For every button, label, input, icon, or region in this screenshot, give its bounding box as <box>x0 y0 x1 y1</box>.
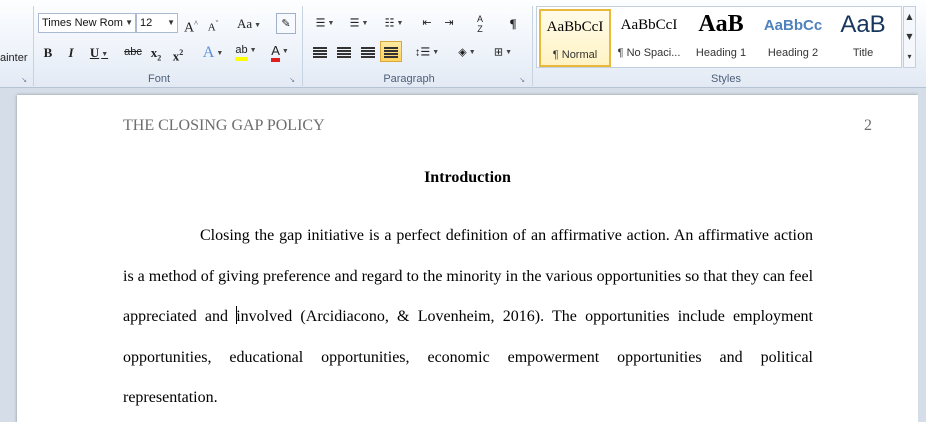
shading-button[interactable]: ◈ ▼ <box>452 42 482 63</box>
borders-icon: ⊞ <box>493 46 504 59</box>
chevron-down-icon[interactable]: ▼ <box>125 14 133 32</box>
font-size-value: 12 <box>140 17 153 29</box>
line-spacing-button[interactable]: ↕☰ ▼ <box>412 42 442 63</box>
change-case-button[interactable]: Aa ▼ <box>234 13 264 34</box>
multilevel-list-icon: ☷ <box>384 17 395 30</box>
highlight-button[interactable]: ab ▼ <box>232 40 260 62</box>
style-name: Heading 2 <box>767 47 819 59</box>
vertical-scrollbar[interactable] <box>918 88 926 422</box>
grow-font-button[interactable]: A^ <box>182 13 200 36</box>
bullets-icon: ☰ <box>315 17 326 30</box>
styles-group-label: Styles <box>711 73 741 85</box>
styles-gallery: AaBbCcI ¶ Normal AaBbCcI ¶ No Spaci... A… <box>536 6 902 68</box>
bullets-button[interactable]: ☰ ▼ <box>310 13 340 34</box>
style-no-spacing[interactable]: AaBbCcI ¶ No Spaci... <box>613 9 685 67</box>
ribbon: ainter ↘ Times New Rom ▼ 12 ▼ A^ Aˇ Aa ▼ … <box>0 0 926 88</box>
decrease-indent-button[interactable]: ⇤ <box>418 13 436 34</box>
clear-formatting-icon[interactable]: ✎ <box>276 13 296 34</box>
style-name: Title <box>852 47 874 59</box>
style-heading-1[interactable]: AaB Heading 1 <box>685 9 757 67</box>
font-group-label: Font <box>147 73 170 85</box>
underline-button[interactable]: U ▼ <box>86 42 112 63</box>
font-color-button[interactable]: A ▼ <box>266 40 294 62</box>
underline-glyph: U <box>89 45 100 60</box>
running-head: THE CLOSING GAP POLICY <box>123 117 325 134</box>
italic-button[interactable]: I <box>63 42 79 63</box>
decrease-indent-icon: ⇤ <box>422 17 432 29</box>
section-heading: Introduction <box>424 169 511 186</box>
more-styles-icon[interactable]: ▾ <box>904 47 915 67</box>
bold-button[interactable]: B <box>40 42 56 63</box>
numbering-icon: ☰ <box>349 17 360 30</box>
font-dialog-launcher-icon[interactable]: ↘ <box>288 76 296 84</box>
document-area: THE CLOSING GAP POLICY 2 Introduction Cl… <box>0 88 926 422</box>
style-sample: AaB <box>840 11 886 38</box>
sort-button[interactable]: A Z <box>468 13 492 34</box>
highlighter-icon: ab <box>235 43 248 62</box>
increase-indent-button[interactable]: ⇥ <box>440 13 458 34</box>
align-right-icon <box>361 46 375 58</box>
multilevel-list-button[interactable]: ☷ ▼ <box>378 13 410 34</box>
page-number: 2 <box>864 117 872 134</box>
text-effects-glyph: A <box>202 44 215 61</box>
group-separator <box>33 6 34 86</box>
style-normal[interactable]: AaBbCcI ¶ Normal <box>539 9 611 67</box>
font-size-combo[interactable]: 12 ▼ <box>136 13 178 33</box>
subscript-button[interactable]: x2 <box>148 42 164 63</box>
styles-gallery-scroll[interactable]: ▲ ▼ ▾ <box>903 6 916 68</box>
change-case-glyph: Aa <box>236 16 253 31</box>
strikethrough-glyph: abc <box>124 46 142 58</box>
shrink-font-glyph: A <box>207 21 216 34</box>
increase-indent-icon: ⇥ <box>444 17 454 29</box>
style-name: ¶ No Spaci... <box>617 47 681 59</box>
body-paragraph[interactable]: Closing the gap initiative is a perfect … <box>123 216 813 419</box>
show-formatting-button[interactable]: ¶ <box>504 13 522 34</box>
chevron-down-icon[interactable]: ▼ <box>904 27 915 47</box>
font-name-combo[interactable]: Times New Rom ▼ <box>38 13 136 33</box>
style-sample: AaBbCc <box>763 17 823 34</box>
style-name: Heading 1 <box>695 47 747 59</box>
strikethrough-button[interactable]: abc <box>122 42 144 63</box>
bold-glyph: B <box>43 45 53 60</box>
text-effects-button[interactable]: A ▼ <box>200 42 226 63</box>
italic-glyph: I <box>68 45 74 60</box>
style-sample: AaBbCcI <box>620 17 678 33</box>
group-separator <box>532 6 533 86</box>
style-sample: AaB <box>698 11 744 37</box>
chevron-up-icon[interactable]: ▲ <box>904 7 915 27</box>
style-sample: AaBbCcI <box>546 19 604 35</box>
shrink-font-button[interactable]: Aˇ <box>204 13 222 34</box>
format-painter-label[interactable]: ainter <box>0 52 28 64</box>
document-page[interactable]: THE CLOSING GAP POLICY 2 Introduction Cl… <box>17 95 918 422</box>
font-color-icon: A <box>271 44 280 62</box>
paragraph-group-label: Paragraph <box>383 73 435 85</box>
align-center-button[interactable] <box>334 42 354 63</box>
align-left-icon <box>313 46 327 58</box>
paint-bucket-icon: ◈ <box>458 46 467 59</box>
style-heading-2[interactable]: AaBbCc Heading 2 <box>757 9 829 67</box>
borders-button[interactable]: ⊞ ▼ <box>488 42 518 63</box>
line-spacing-icon: ↕☰ <box>414 46 431 59</box>
grow-font-glyph: A <box>184 20 195 36</box>
align-right-button[interactable] <box>358 42 378 63</box>
sort-icon: A Z <box>476 14 483 34</box>
font-name-value: Times New Rom <box>42 17 123 29</box>
align-left-button[interactable] <box>310 42 330 63</box>
group-separator <box>302 6 303 86</box>
justify-icon <box>384 46 398 58</box>
style-title[interactable]: AaB Title <box>827 9 899 67</box>
chevron-down-icon[interactable]: ▼ <box>167 14 175 32</box>
clipboard-launcher-icon[interactable]: ↘ <box>20 76 28 84</box>
style-name: ¶ Normal <box>552 49 598 61</box>
pilcrow-icon: ¶ <box>509 16 517 31</box>
align-center-icon <box>337 46 351 58</box>
superscript-button[interactable]: x2 <box>170 42 186 63</box>
numbering-button[interactable]: ☰ ▼ <box>344 13 374 34</box>
justify-button[interactable] <box>380 41 402 62</box>
paragraph-dialog-launcher-icon[interactable]: ↘ <box>518 76 526 84</box>
